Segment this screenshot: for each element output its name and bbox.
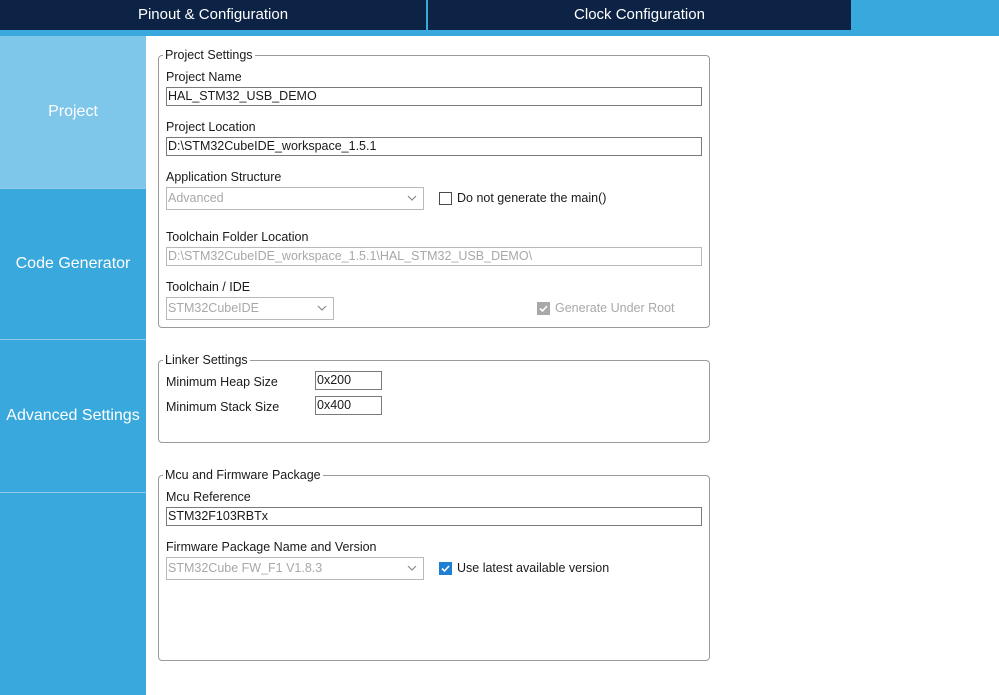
project-name-input[interactable]: HAL_STM32_USB_DEMO — [166, 87, 702, 106]
project-location-input[interactable]: D:\STM32CubeIDE_workspace_1.5.1 — [166, 137, 702, 156]
sidebar: Project Code Generator Advanced Settings — [0, 36, 146, 695]
no-main-checkbox-label: Do not generate the main() — [457, 191, 607, 205]
firmware-package-select: STM32Cube FW_F1 V1.8.3 — [166, 557, 424, 580]
toolchain-ide-select[interactable]: STM32CubeIDE — [166, 297, 334, 320]
toolchain-folder-label: Toolchain Folder Location — [166, 230, 309, 244]
use-latest-version-label: Use latest available version — [457, 561, 610, 575]
no-main-checkbox[interactable] — [439, 191, 452, 205]
chevron-down-icon — [317, 305, 327, 311]
use-latest-version-checkbox[interactable] — [439, 561, 452, 575]
sidebar-item-label: Advanced Settings — [6, 407, 140, 424]
tab-bar-filler — [851, 0, 999, 30]
sidebar-item-code-generator[interactable]: Code Generator — [0, 189, 146, 340]
sidebar-item-project[interactable]: Project — [0, 36, 146, 189]
project-name-label: Project Name — [166, 70, 242, 84]
toolchain-folder-input: D:\STM32CubeIDE_workspace_1.5.1\HAL_STM3… — [166, 247, 702, 266]
application-structure-select[interactable]: Advanced — [166, 187, 424, 210]
min-heap-size-label: Minimum Heap Size — [166, 375, 278, 389]
checkmark-icon — [539, 304, 548, 312]
chevron-down-icon — [407, 195, 417, 201]
min-stack-size-label: Minimum Stack Size — [166, 400, 280, 414]
generate-under-root-label: Generate Under Root — [555, 301, 675, 315]
application-structure-label: Application Structure — [166, 170, 282, 184]
no-main-checkbox-row[interactable]: Do not generate the main() — [439, 191, 606, 205]
sidebar-empty-area — [0, 493, 146, 695]
sidebar-item-advanced-settings[interactable]: Advanced Settings — [0, 340, 146, 493]
tab-clock-configuration[interactable]: Clock Configuration — [428, 0, 851, 30]
firmware-package-value: STM32Cube FW_F1 V1.8.3 — [168, 561, 323, 575]
mcu-firmware-legend: Mcu and Firmware Package — [163, 468, 323, 482]
tab-pinout-configuration[interactable]: Pinout & Configuration — [0, 0, 426, 30]
project-settings-legend: Project Settings — [163, 48, 255, 62]
generate-under-root-checkbox — [537, 301, 550, 315]
linker-settings-group: Linker Settings Minimum Heap Size 0x200 … — [158, 353, 710, 443]
sidebar-item-label: Code Generator — [15, 255, 131, 272]
min-heap-size-input[interactable]: 0x200 — [315, 371, 382, 390]
generate-under-root-row: Generate Under Root — [537, 301, 675, 315]
mcu-reference-label: Mcu Reference — [166, 490, 251, 504]
application-structure-value: Advanced — [168, 191, 224, 205]
mcu-firmware-group: Mcu and Firmware Package Mcu Reference S… — [158, 468, 710, 661]
linker-settings-legend: Linker Settings — [163, 353, 250, 367]
project-location-label: Project Location — [166, 120, 256, 134]
checkmark-icon — [441, 564, 450, 572]
firmware-package-label: Firmware Package Name and Version — [166, 540, 377, 554]
min-stack-size-input[interactable]: 0x400 — [315, 396, 382, 415]
toolchain-ide-label: Toolchain / IDE — [166, 280, 251, 294]
toolchain-ide-value: STM32CubeIDE — [168, 301, 260, 315]
project-settings-group: Project Settings Project Name HAL_STM32_… — [158, 48, 710, 328]
top-tab-bar: Pinout & Configuration Clock Configurati… — [0, 0, 999, 36]
sidebar-item-label: Project — [48, 103, 98, 120]
mcu-reference-input[interactable]: STM32F103RBTx — [166, 507, 702, 526]
use-latest-version-row[interactable]: Use latest available version — [439, 561, 609, 575]
chevron-down-icon — [407, 565, 417, 571]
